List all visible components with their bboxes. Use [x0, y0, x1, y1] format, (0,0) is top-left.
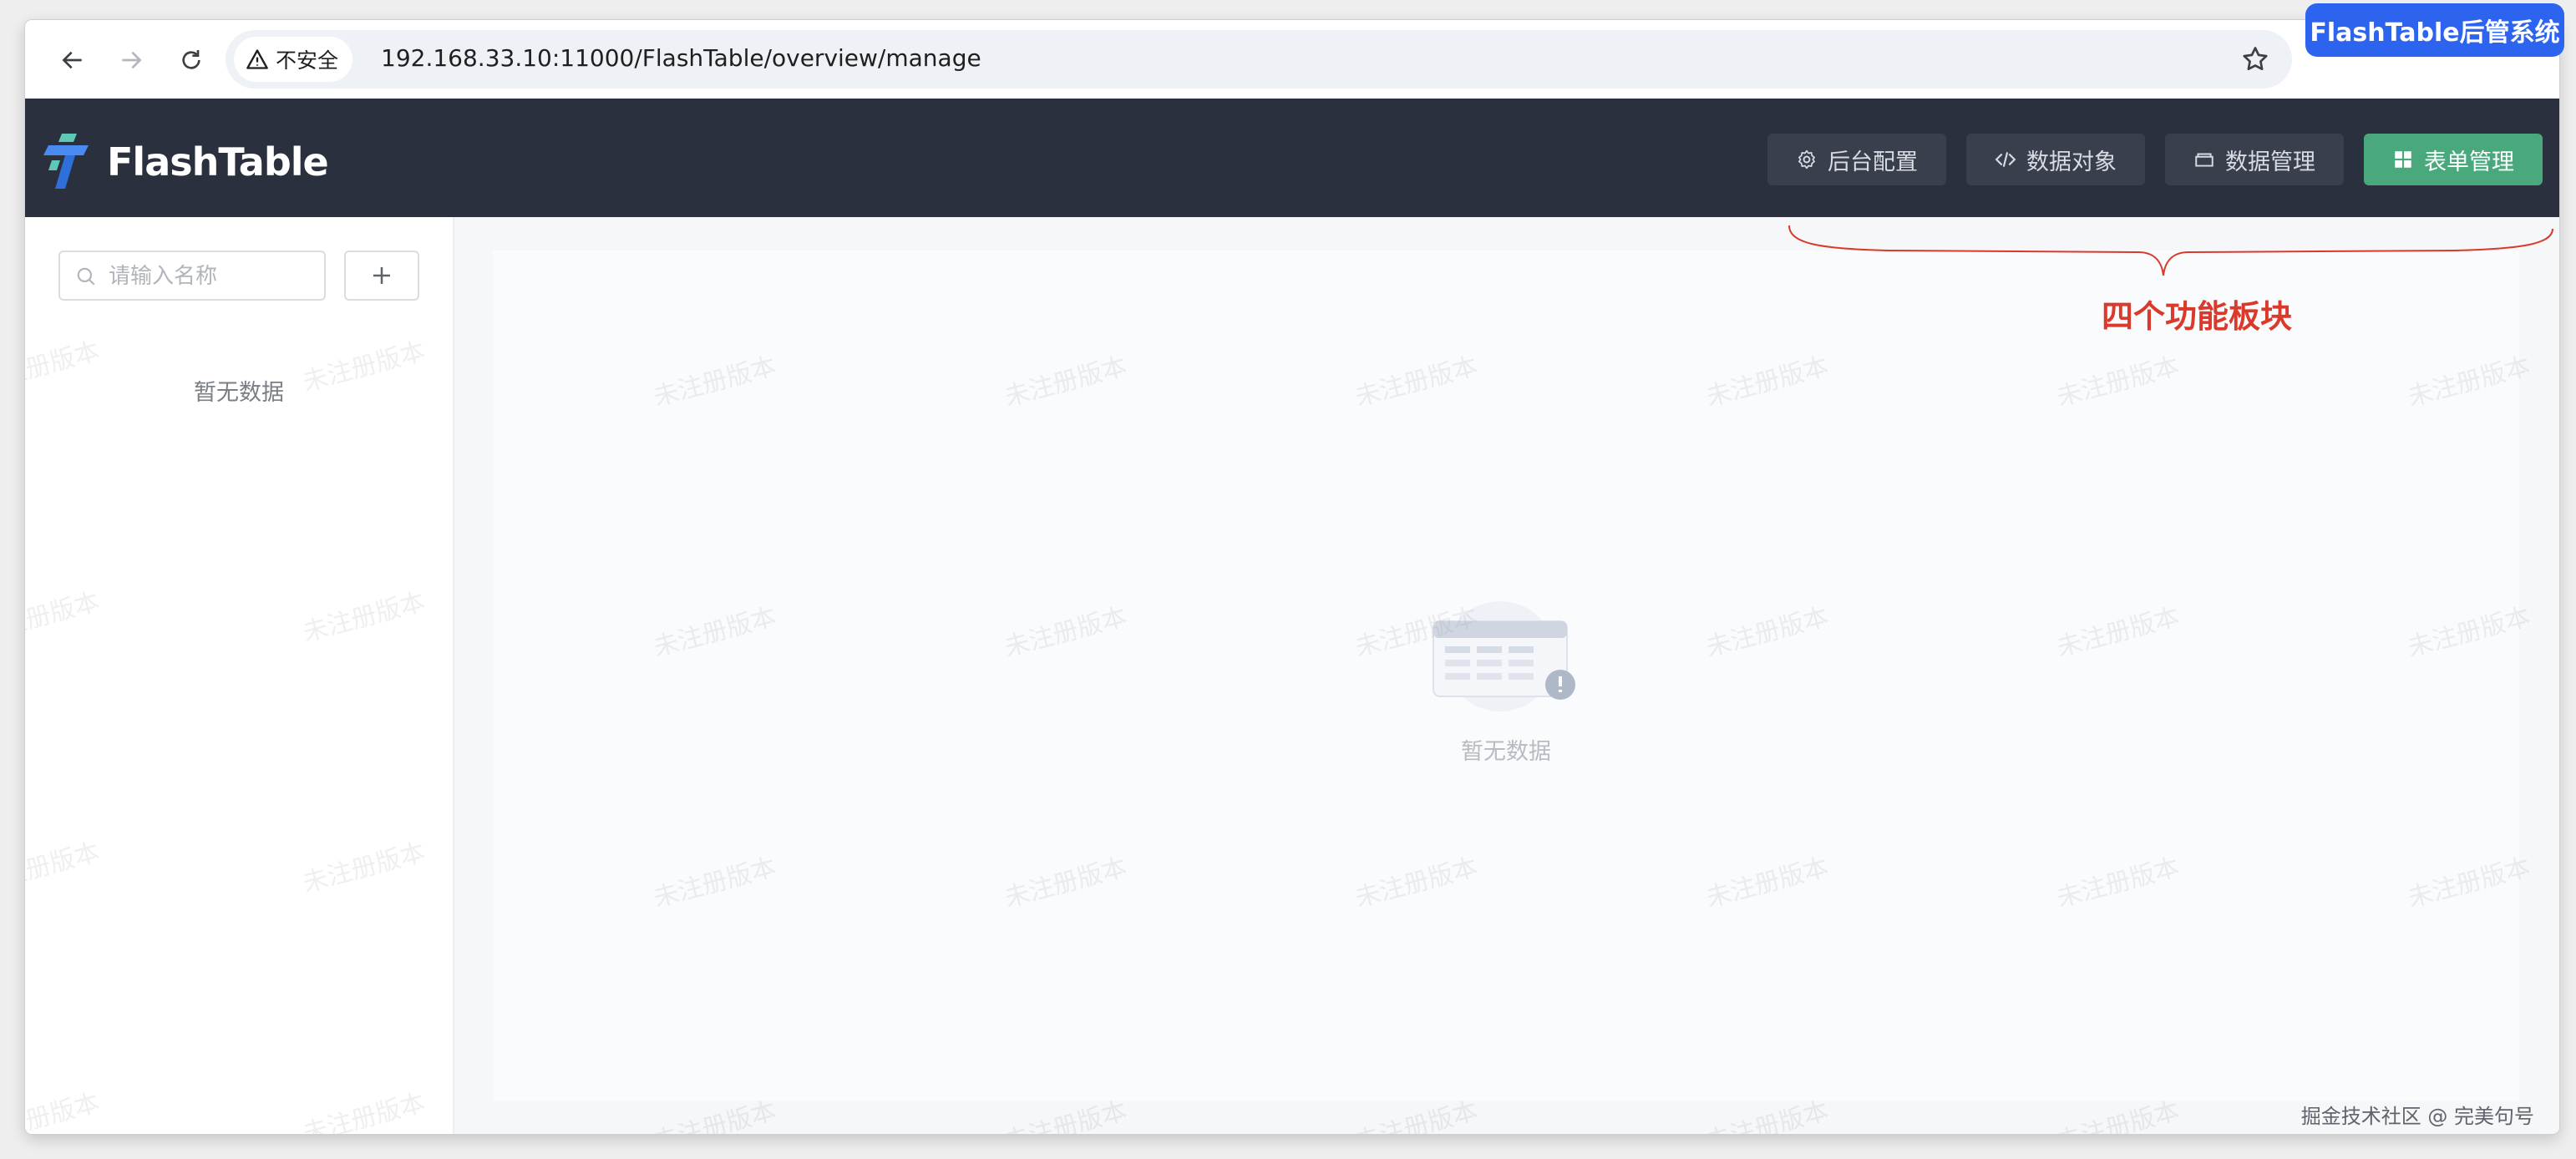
overlay-title-badge: FlashTable后管系统: [2305, 3, 2564, 57]
annotation-text: 四个功能板块: [2101, 298, 2292, 335]
url-text[interactable]: 192.168.33.10:11000/FlashTable/overview/…: [381, 44, 981, 72]
security-indicator[interactable]: 不安全: [234, 37, 352, 82]
annotation-brace: [1788, 225, 2553, 276]
data-manage-label: 数据管理: [2225, 149, 2315, 175]
security-label: 不安全: [276, 48, 339, 73]
content-area: 暂无数据 暂无数据: [25, 217, 2559, 1134]
browser-toolbar: 不安全 192.168.33.10:11000/FlashTable/overv…: [25, 20, 2559, 99]
backend-config-button[interactable]: 后台配置: [1767, 134, 1946, 185]
search-input[interactable]: [107, 261, 319, 292]
logo-text: FlashTable: [107, 139, 329, 185]
data-object-label: 数据对象: [2026, 149, 2117, 175]
reload-button[interactable]: [169, 38, 214, 82]
bookmark-star-icon[interactable]: [2240, 44, 2270, 74]
main-empty-text: 暂无数据: [1461, 739, 1551, 765]
back-arrow-icon: [62, 51, 82, 69]
add-button[interactable]: [344, 251, 419, 301]
warning-triangle-icon: [246, 49, 268, 69]
database-icon: [2195, 153, 2213, 167]
data-manage-button[interactable]: 数据管理: [2165, 134, 2344, 185]
form-manage-label: 表单管理: [2424, 149, 2514, 175]
sidebar-empty-text: 暂无数据: [194, 380, 284, 406]
forward-button[interactable]: [109, 38, 154, 82]
plus-icon: [373, 267, 390, 284]
data-object-button[interactable]: 数据对象: [1966, 134, 2145, 185]
empty-data-illustration: [1433, 601, 1575, 711]
credit-text: 掘金技术社区 @ 完美句号: [2300, 1105, 2534, 1128]
sidebar: 暂无数据: [25, 217, 454, 1134]
gear-icon: [1798, 149, 1815, 170]
reload-icon: [182, 50, 200, 69]
grid-icon: [2395, 151, 2411, 168]
form-manage-button[interactable]: 表单管理: [2364, 134, 2543, 185]
main-panel: 暂无数据: [493, 251, 2519, 1101]
browser-window: 不安全 192.168.33.10:11000/FlashTable/overv…: [25, 20, 2559, 1134]
app-logo[interactable]: FlashTable: [40, 130, 329, 194]
back-button[interactable]: [50, 38, 95, 82]
search-icon: [77, 267, 95, 286]
address-bar[interactable]: 不安全 192.168.33.10:11000/FlashTable/overv…: [226, 30, 2292, 89]
backend-config-label: 后台配置: [1828, 149, 1918, 175]
forward-arrow-icon: [122, 51, 142, 69]
app-header: FlashTable 后台配置 数据对象 数据管理 表单管理: [25, 99, 2559, 217]
flashtable-logo-icon: [43, 134, 89, 189]
search-box[interactable]: [58, 251, 326, 301]
code-icon: [1995, 152, 2016, 167]
